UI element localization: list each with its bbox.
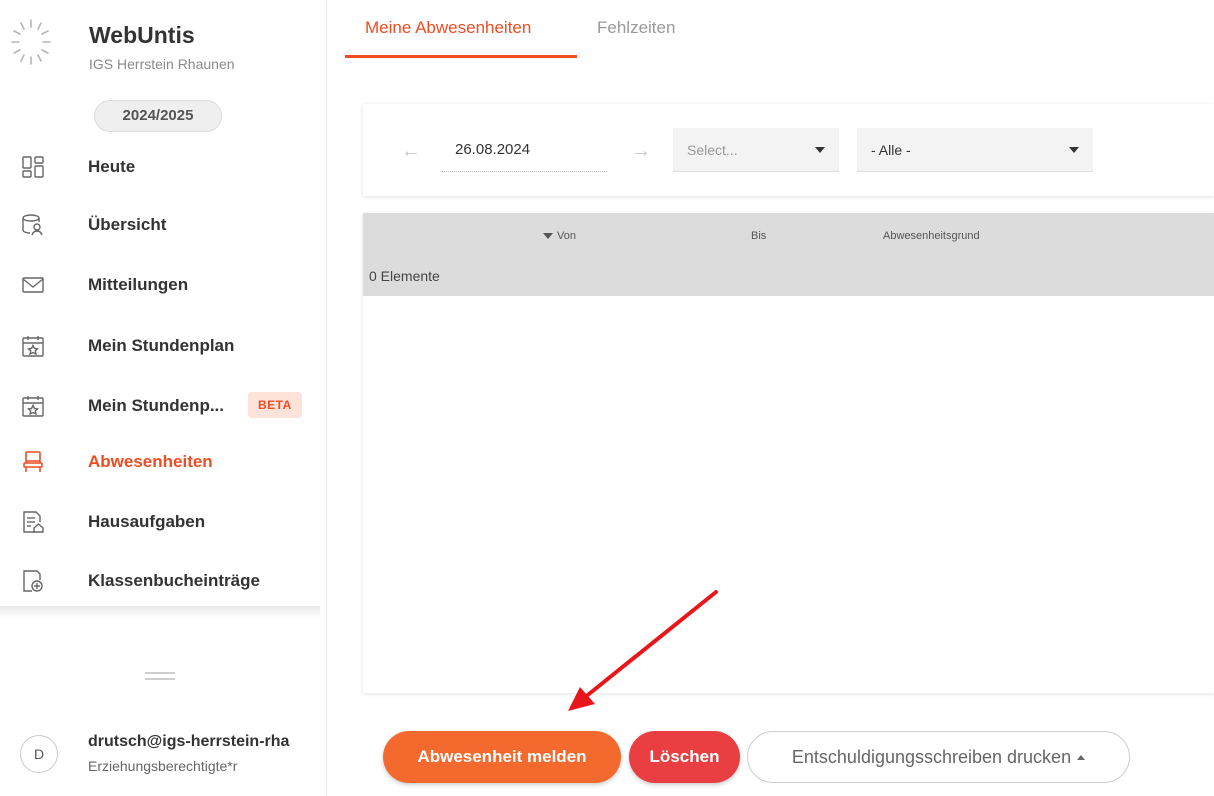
sidebar-item-mein-stundenplan-beta[interactable]: Mein Stundenp... BETA xyxy=(0,380,320,432)
category-select[interactable]: - Alle - xyxy=(857,128,1093,172)
column-von[interactable]: Von xyxy=(543,230,576,242)
tab-fehlzeiten[interactable]: Fehlzeiten xyxy=(597,18,675,38)
school-year-selector[interactable]: 2024/2025 xyxy=(94,100,222,132)
date-field[interactable] xyxy=(441,128,607,172)
sidebar-item-mitteilungen[interactable]: Mitteilungen xyxy=(0,259,320,311)
mail-icon xyxy=(22,277,44,293)
sidebar-item-label: Mitteilungen xyxy=(88,275,189,294)
calendar-star-icon xyxy=(22,336,44,357)
sidebar-item-label: Übersicht xyxy=(88,215,167,234)
webuntis-logo-icon xyxy=(11,19,51,65)
homework-icon xyxy=(23,511,44,533)
sidebar: WebUntis IGS Herrstein Rhaunen 2024/2025… xyxy=(0,0,327,796)
row-count: 0 Elemente xyxy=(369,268,440,284)
sidebar-item-abwesenheiten[interactable]: Abwesenheiten xyxy=(0,436,320,488)
dashboard-icon xyxy=(22,156,44,178)
classbook-add-icon xyxy=(23,570,43,592)
print-excuse-label: Entschuldigungsschreiben drucken xyxy=(791,746,1072,767)
filter-bar: ← → Select... - Alle - xyxy=(363,104,1214,196)
absence-table: Von Bis Abwesenheitsgrund 0 Elemente xyxy=(363,213,1214,693)
print-excuse-button[interactable]: Entschuldigungsschreiben drucken xyxy=(747,731,1130,783)
sidebar-item-klassenbucheintraege[interactable]: Klassenbucheinträge xyxy=(0,555,320,607)
sidebar-item-mein-stundenplan[interactable]: Mein Stundenplan xyxy=(0,320,320,372)
avatar[interactable]: D xyxy=(20,735,58,773)
report-absence-button[interactable]: Abwesenheit melden xyxy=(383,731,621,783)
chair-icon xyxy=(23,451,43,472)
sort-desc-icon xyxy=(543,233,553,240)
sidebar-item-heute[interactable]: Heute xyxy=(0,141,320,193)
collapse-handle-icon[interactable] xyxy=(145,672,175,680)
sidebar-item-label: Klassenbucheinträge xyxy=(88,571,260,590)
brand[interactable]: WebUntis IGS Herrstein Rhaunen xyxy=(10,18,310,78)
table-header: Von Bis Abwesenheitsgrund 0 Elemente xyxy=(363,213,1214,296)
sidebar-item-hausaufgaben[interactable]: Hausaufgaben xyxy=(0,496,320,548)
app-name: WebUntis xyxy=(89,22,195,48)
main-content: Meine Abwesenheiten Fehlzeiten ← → Selec… xyxy=(327,0,1214,796)
chevron-down-icon xyxy=(815,147,825,153)
sidebar-item-label: Mein Stundenplan xyxy=(88,336,235,355)
user-role: Erziehungsberechtigte*r xyxy=(88,758,238,774)
beta-badge: BETA xyxy=(248,392,302,418)
sidebar-item-label: Abwesenheiten xyxy=(88,452,213,471)
category-select-value: - Alle - xyxy=(871,142,911,158)
sidebar-item-label: Hausaufgaben xyxy=(88,512,206,531)
column-abwesenheitsgrund[interactable]: Abwesenheitsgrund xyxy=(883,230,980,242)
tab-bar: Meine Abwesenheiten Fehlzeiten xyxy=(327,0,1214,58)
student-select-placeholder: Select... xyxy=(687,142,738,158)
tab-meine-abwesenheiten[interactable]: Meine Abwesenheiten xyxy=(365,18,531,38)
chevron-up-icon xyxy=(1077,755,1086,761)
delete-button[interactable]: Löschen xyxy=(629,731,740,783)
chevron-down-icon xyxy=(1069,147,1079,153)
calendar-star-icon xyxy=(22,396,44,417)
previous-date-arrow-icon[interactable]: ← xyxy=(401,140,421,163)
overview-icon xyxy=(22,214,43,236)
school-name: IGS Herrstein Rhaunen xyxy=(89,56,235,72)
student-select[interactable]: Select... xyxy=(673,128,839,172)
sidebar-item-uebersicht[interactable]: Übersicht xyxy=(0,199,320,251)
user-name[interactable]: drutsch@igs-herrstein-rha xyxy=(88,733,312,751)
sidebar-item-label: Heute xyxy=(88,157,136,176)
sidebar-item-label: Mein Stundenp... xyxy=(88,396,224,415)
active-tab-indicator xyxy=(345,55,577,58)
column-von-label: Von xyxy=(557,230,576,242)
sidebar-divider xyxy=(0,606,320,618)
next-date-arrow-icon[interactable]: → xyxy=(631,140,651,163)
column-bis[interactable]: Bis xyxy=(751,230,766,242)
